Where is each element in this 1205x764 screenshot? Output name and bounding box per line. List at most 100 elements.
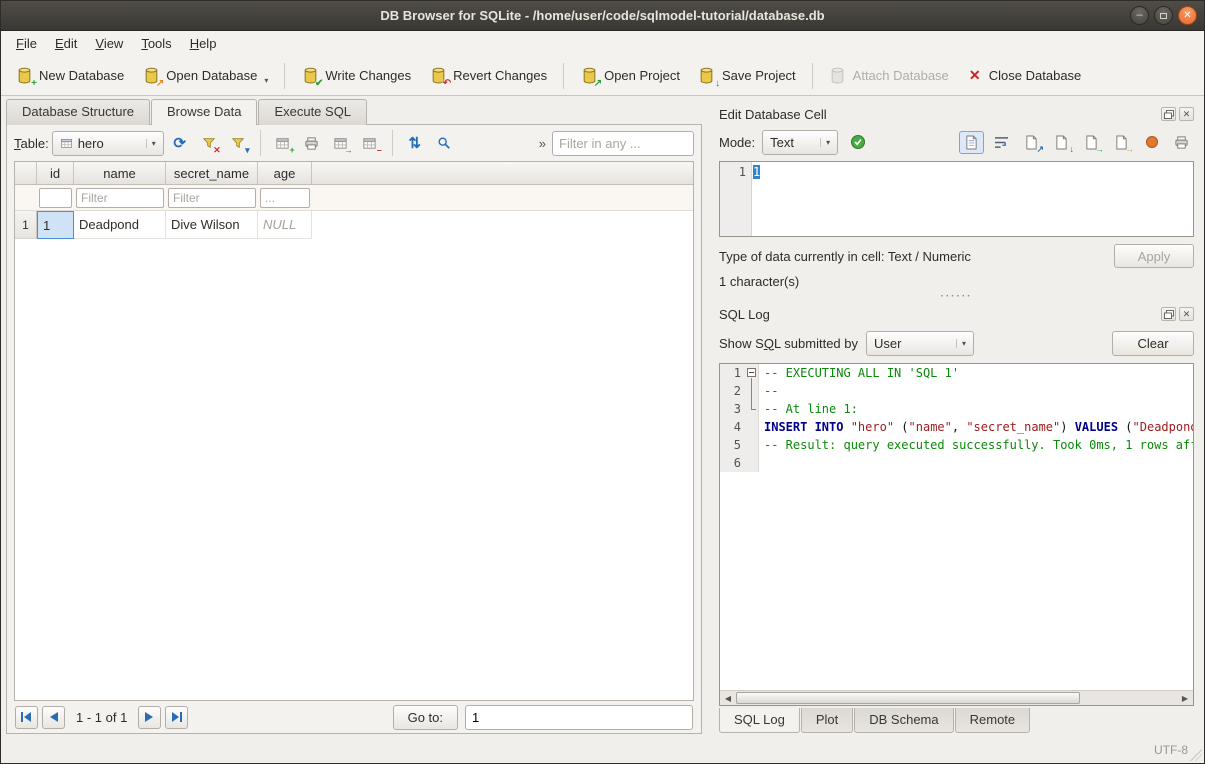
- last-record-button[interactable]: [165, 706, 188, 729]
- scrollbar-thumb[interactable]: [736, 692, 1080, 704]
- float-dock-icon[interactable]: [1161, 107, 1176, 121]
- refresh-button[interactable]: ⟳: [167, 131, 193, 156]
- log-code: INSERT INTO "hero" ("name", "secret_name…: [759, 418, 1193, 436]
- delete-record-button[interactable]: –: [357, 131, 383, 156]
- open-database-dropdown-icon[interactable]: ▾: [264, 76, 268, 85]
- export-button[interactable]: →: [1109, 131, 1134, 154]
- set-null-button[interactable]: [1139, 131, 1164, 154]
- print-button[interactable]: [299, 131, 325, 156]
- bottom-tab-plot[interactable]: Plot: [801, 708, 853, 733]
- cell-secret-name[interactable]: Dive Wilson: [166, 211, 258, 239]
- new-record-button[interactable]: +: [270, 131, 296, 156]
- word-wrap-button[interactable]: [989, 131, 1014, 154]
- open-project-button[interactable]: ↗ Open Project: [572, 62, 688, 90]
- scrollbar-track[interactable]: [736, 691, 1177, 705]
- column-header-name[interactable]: name: [74, 162, 166, 184]
- grid-body[interactable]: 11DeadpondDive WilsonNULL: [15, 211, 693, 700]
- column-header-age[interactable]: age: [258, 162, 312, 184]
- title-bar[interactable]: DB Browser for SQLite - /home/user/code/…: [1, 1, 1204, 31]
- tab-execute-sql[interactable]: Execute SQL: [258, 99, 367, 125]
- close-dock-icon[interactable]: ✕: [1179, 307, 1194, 321]
- menu-file[interactable]: File: [7, 33, 46, 54]
- find-button[interactable]: [431, 131, 457, 156]
- scroll-right-icon[interactable]: ▶: [1177, 691, 1193, 706]
- column-header-secret-name[interactable]: secret_name: [166, 162, 258, 184]
- cell-editor-content[interactable]: 1: [752, 162, 761, 236]
- maximize-icon[interactable]: [1154, 6, 1173, 25]
- bottom-tab-sql-log[interactable]: SQL Log: [719, 708, 800, 733]
- write-changes-icon: ✔: [301, 67, 319, 85]
- float-dock-icon[interactable]: [1161, 307, 1176, 321]
- mode-combobox[interactable]: Text ▾: [762, 130, 838, 155]
- write-changes-label: Write Changes: [325, 68, 411, 83]
- sort-button[interactable]: ⇅: [402, 131, 428, 156]
- tab-database-structure[interactable]: Database Structure: [6, 99, 150, 125]
- resize-grip[interactable]: [1190, 749, 1202, 761]
- menu-bar: FileEditViewToolsHelp: [1, 31, 1204, 56]
- cell-editor[interactable]: 1 1: [719, 161, 1194, 237]
- row-header[interactable]: 1: [15, 211, 37, 239]
- tab-browse-data[interactable]: Browse Data: [151, 99, 257, 125]
- new-database-button[interactable]: + New Database: [7, 62, 132, 90]
- previous-record-button[interactable]: [42, 706, 65, 729]
- minimize-icon[interactable]: –: [1130, 6, 1149, 25]
- line-number: 5: [720, 436, 745, 454]
- close-icon[interactable]: ✕: [1178, 6, 1197, 25]
- bottom-tab-db-schema[interactable]: DB Schema: [854, 708, 953, 733]
- save-project-label: Save Project: [722, 68, 796, 83]
- cell-age[interactable]: NULL: [258, 211, 312, 239]
- close-database-icon: ✕: [967, 67, 983, 84]
- pagination-bar: 1 - 1 of 1 Go to:: [7, 701, 701, 733]
- goto-button[interactable]: Go to:: [393, 705, 458, 730]
- text-mode-button[interactable]: [959, 131, 984, 154]
- menu-tools[interactable]: Tools: [132, 33, 180, 54]
- app-window: DB Browser for SQLite - /home/user/code/…: [0, 0, 1205, 764]
- open-database-button[interactable]: ↗ Open Database ▾: [134, 62, 276, 90]
- menu-edit[interactable]: Edit: [46, 33, 86, 54]
- import-button[interactable]: →: [1079, 131, 1104, 154]
- sql-source-combobox[interactable]: User ▾: [866, 331, 974, 356]
- close-database-button[interactable]: ✕ Close Database: [959, 62, 1090, 89]
- fold-margin: [745, 436, 759, 454]
- filter-input-age[interactable]: [260, 188, 310, 208]
- open-database-label: Open Database: [166, 68, 257, 83]
- save-project-button[interactable]: ↓ Save Project: [690, 62, 804, 90]
- column-header-id[interactable]: id: [37, 162, 74, 184]
- menu-view[interactable]: View: [86, 33, 132, 54]
- chevron-down-icon: ▾: [146, 139, 156, 148]
- print-cell-button[interactable]: [1169, 131, 1194, 154]
- sql-log-editor[interactable]: 1-- EXECUTING ALL IN 'SQL 1'2--3-- At li…: [719, 363, 1194, 706]
- filter-input-name[interactable]: [76, 188, 164, 208]
- save-filter-button[interactable]: ▾: [225, 131, 251, 156]
- toolbar-overflow-chevron[interactable]: »: [536, 136, 549, 151]
- write-changes-button[interactable]: ✔ Write Changes: [293, 62, 419, 90]
- open-file-button[interactable]: ↗: [1019, 131, 1044, 154]
- clear-log-button[interactable]: Clear: [1112, 331, 1194, 356]
- scroll-left-icon[interactable]: ◀: [720, 691, 736, 706]
- main-content: Database StructureBrowse DataExecute SQL…: [1, 96, 1204, 736]
- data-grid[interactable]: idnamesecret_nameage 11DeadpondDive Wils…: [14, 161, 694, 701]
- next-record-button[interactable]: [138, 706, 161, 729]
- goto-input[interactable]: [465, 705, 693, 730]
- cell-id[interactable]: 1: [37, 211, 74, 239]
- horizontal-scrollbar[interactable]: ◀ ▶: [720, 690, 1193, 705]
- cell-name[interactable]: Deadpond: [74, 211, 166, 239]
- filter-input-id[interactable]: [39, 188, 72, 208]
- menu-help[interactable]: Help: [181, 33, 226, 54]
- bottom-tab-remote[interactable]: Remote: [955, 708, 1031, 733]
- close-dock-icon[interactable]: ✕: [1179, 107, 1194, 121]
- print-icon: [1174, 135, 1189, 150]
- save-file-button[interactable]: ↓: [1049, 131, 1074, 154]
- filter-any-input[interactable]: [552, 131, 694, 156]
- first-record-button[interactable]: [15, 706, 38, 729]
- dock-splitter-handle[interactable]: ······: [719, 289, 1194, 303]
- fold-marker-icon[interactable]: [745, 364, 759, 382]
- clear-all-filters-button[interactable]: ✕: [196, 131, 222, 156]
- filter-input-secret-name[interactable]: [168, 188, 256, 208]
- table-combobox[interactable]: hero ▾: [52, 131, 164, 156]
- revert-changes-button[interactable]: ↶ Revert Changes: [421, 62, 555, 90]
- auto-format-button[interactable]: [845, 131, 870, 154]
- export-records-button[interactable]: →: [328, 131, 354, 156]
- open-project-label: Open Project: [604, 68, 680, 83]
- log-code: -- At line 1:: [759, 400, 858, 418]
